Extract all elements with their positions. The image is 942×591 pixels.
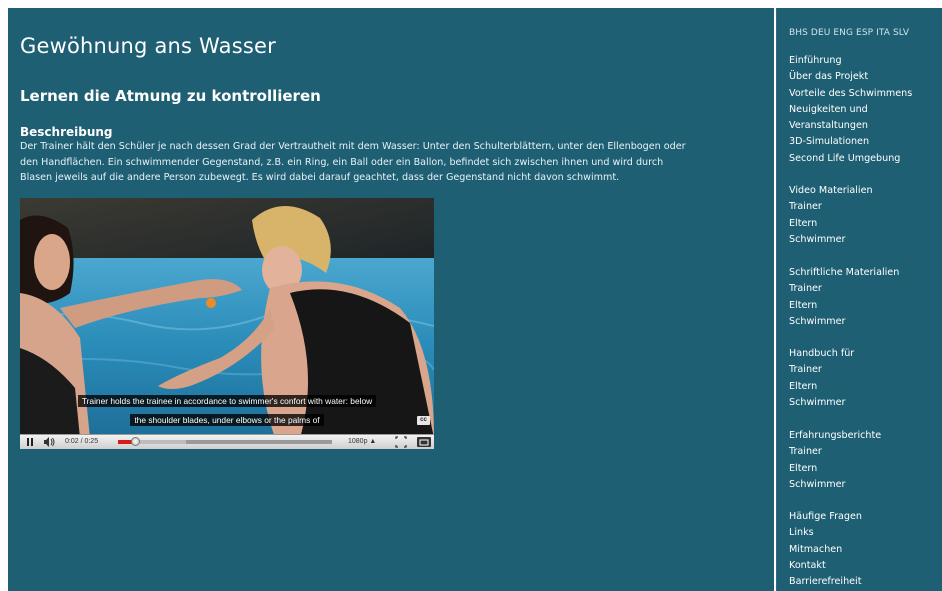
- sidebar-item-written-schwimmer[interactable]: Schwimmer: [789, 314, 899, 330]
- subtitle-line: Trainer holds the trainee in accordance …: [20, 395, 434, 407]
- sidebar-item-reports-schwimmer[interactable]: Schwimmer: [789, 477, 881, 493]
- sidebar-group-misc: Häufige Fragen Links Mitmachen Kontakt B…: [789, 509, 862, 590]
- sidebar-item-handbook-eltern[interactable]: Eltern: [789, 379, 854, 395]
- video-player[interactable]: Trainer holds the trainee in accordance …: [20, 198, 434, 449]
- sidebar-group-video: Video Materialien Trainer Eltern Schwimm…: [789, 183, 873, 248]
- sidebar-heading-written[interactable]: Schriftliche Materialien: [789, 265, 899, 281]
- sidebar-heading-reports[interactable]: Erfahrungsberichte: [789, 428, 881, 444]
- sidebar-item-handbook-trainer[interactable]: Trainer: [789, 362, 854, 378]
- sidebar-item-kontakt[interactable]: Kontakt: [789, 558, 862, 574]
- sidebar-item-vorteile[interactable]: Vorteile des Schwimmens: [789, 86, 912, 102]
- sidebar-item-reports-trainer[interactable]: Trainer: [789, 444, 881, 460]
- sidebar-group-handbook: Handbuch für Trainer Eltern Schwimmer: [789, 346, 854, 411]
- sidebar-group-reports: Erfahrungsberichte Trainer Eltern Schwim…: [789, 428, 881, 493]
- time-display: 0:02 / 0:25: [65, 438, 99, 445]
- sidebar-item-written-trainer[interactable]: Trainer: [789, 281, 899, 297]
- volume-button[interactable]: [42, 435, 56, 449]
- sidebar-item-second-life[interactable]: Second Life Umgebung: [789, 151, 912, 167]
- sidebar-item-veranstaltungen[interactable]: Veranstaltungen: [789, 118, 912, 134]
- sidebar-item-video-eltern[interactable]: Eltern: [789, 216, 873, 232]
- quality-up-arrow-icon: ▲: [369, 438, 377, 445]
- description-heading: Beschreibung: [20, 125, 113, 139]
- progress-bar[interactable]: [118, 437, 332, 446]
- sidebar-item-reports-eltern[interactable]: Eltern: [789, 461, 881, 477]
- sidebar-item-neuigkeiten[interactable]: Neuigkeiten und: [789, 102, 912, 118]
- description-line: den Handflächen. Ein schwimmender Gegens…: [20, 156, 664, 168]
- volume-icon: [44, 437, 55, 447]
- sidebar-item-faq[interactable]: Häufige Fragen: [789, 509, 862, 525]
- language-selector[interactable]: BHS DEU ENG ESP ITA SLV: [789, 28, 909, 38]
- sidebar-group-main: Einführung Über das Projekt Vorteile des…: [789, 53, 912, 167]
- sidebar-item-ueber-das-projekt[interactable]: Über das Projekt: [789, 69, 912, 85]
- sidebar-heading-video[interactable]: Video Materialien: [789, 183, 873, 199]
- page: Gewöhnung ans Wasser Lernen die Atmung z…: [0, 0, 942, 591]
- sidebar-heading-handbook[interactable]: Handbuch für: [789, 346, 854, 362]
- video-controls: 0:02 / 0:25 1080p ▲: [20, 434, 434, 449]
- sidebar-item-mitmachen[interactable]: Mitmachen: [789, 542, 862, 558]
- quality-button[interactable]: 1080p ▲: [348, 438, 376, 446]
- trainer-face: [34, 234, 70, 290]
- progress-handle[interactable]: [131, 437, 141, 446]
- popout-button[interactable]: [417, 437, 431, 447]
- sidebar-item-3d-simulationen[interactable]: 3D-Simulationen: [789, 134, 912, 150]
- description-line: Der Trainer hält den Schüler je nach des…: [20, 141, 686, 152]
- fullscreen-icon: [395, 436, 407, 448]
- sidebar-item-links[interactable]: Links: [789, 525, 862, 541]
- quality-label: 1080p: [348, 438, 368, 445]
- closed-captions-button[interactable]: cc: [417, 416, 430, 425]
- fullscreen-button[interactable]: [395, 435, 407, 449]
- popout-icon: [419, 439, 429, 446]
- page-title: Gewöhnung ans Wasser: [20, 34, 276, 58]
- sidebar-item-handbook-schwimmer[interactable]: Schwimmer: [789, 395, 854, 411]
- description-text: Der Trainer hält den Schüler je nach des…: [20, 139, 770, 186]
- sidebar-item-written-eltern[interactable]: Eltern: [789, 298, 899, 314]
- pause-button[interactable]: [24, 435, 36, 449]
- sidebar: BHS DEU ENG ESP ITA SLV Einführung Über …: [776, 8, 942, 591]
- page-subtitle: Lernen die Atmung zu kontrollieren: [20, 87, 321, 105]
- subtitle-line: the shoulder blades, under elbows or the…: [20, 414, 434, 426]
- main-content: Gewöhnung ans Wasser Lernen die Atmung z…: [8, 8, 774, 591]
- sidebar-item-video-trainer[interactable]: Trainer: [789, 199, 873, 215]
- sidebar-item-video-schwimmer[interactable]: Schwimmer: [789, 232, 873, 248]
- sidebar-group-written: Schriftliche Materialien Trainer Eltern …: [789, 265, 899, 330]
- description-line: Blasen jeweils auf die andere Person zub…: [20, 172, 620, 184]
- sidebar-item-einfuehrung[interactable]: Einführung: [789, 53, 912, 69]
- sidebar-item-barrierefreiheit[interactable]: Barrierefreiheit: [789, 574, 862, 590]
- floating-ball: [206, 298, 216, 308]
